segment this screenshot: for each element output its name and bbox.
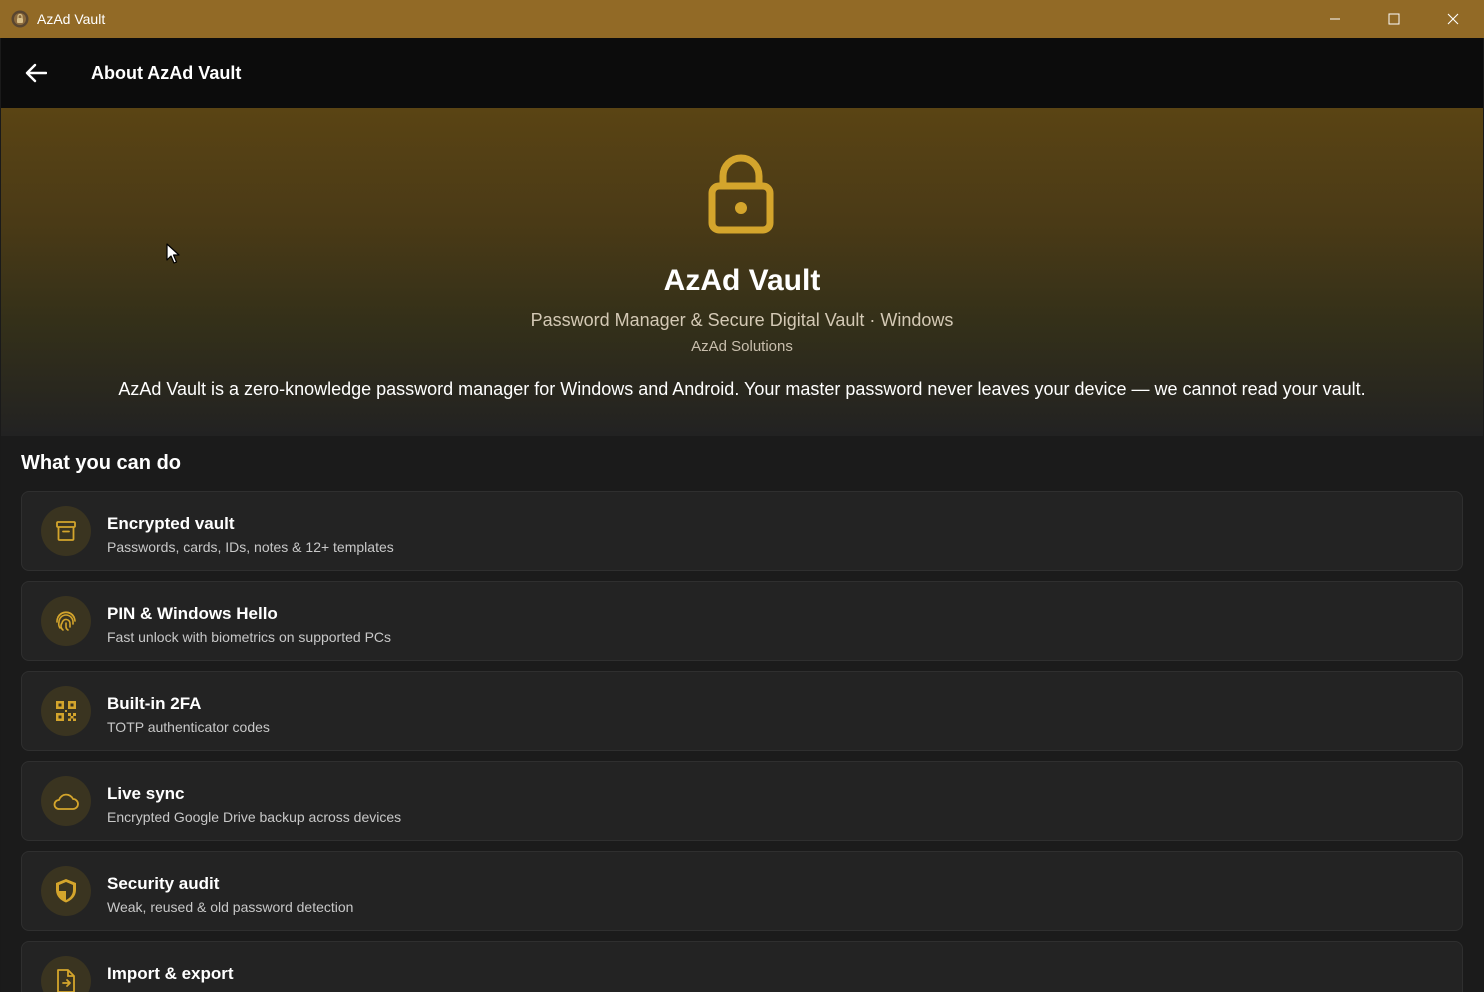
about-hero: AzAd Vault Password Manager & Secure Dig… xyxy=(1,108,1483,436)
title-bar: AzAd Vault xyxy=(0,0,1484,38)
minimize-button[interactable] xyxy=(1306,0,1364,38)
back-button[interactable] xyxy=(19,58,53,88)
feature-subtitle: Passwords, cards, IDs, notes & 12+ templ… xyxy=(107,539,394,555)
arrow-left-icon xyxy=(25,63,47,83)
feature-card-live-sync[interactable]: Live sync Encrypted Google Drive backup … xyxy=(21,761,1463,841)
close-icon xyxy=(1447,13,1459,25)
minimize-icon xyxy=(1330,18,1340,20)
maximize-icon xyxy=(1388,13,1400,25)
fingerprint-icon xyxy=(56,611,76,631)
feature-title: Security audit xyxy=(107,874,220,893)
feature-title: Import & export xyxy=(107,964,234,983)
feature-icon-circle xyxy=(41,686,91,736)
app-bar: About AzAd Vault xyxy=(1,38,1483,108)
company-name: AzAd Solutions xyxy=(691,338,793,355)
feature-title: PIN & Windows Hello xyxy=(107,604,278,623)
feature-subtitle: Weak, reused & old password detection xyxy=(107,899,354,915)
app-name: AzAd Vault xyxy=(663,264,821,297)
feature-subtitle: Encrypted Google Drive backup across dev… xyxy=(107,809,402,825)
mouse-cursor-icon xyxy=(166,243,180,264)
window-title: AzAd Vault xyxy=(37,11,106,27)
archive-icon xyxy=(56,521,76,541)
close-button[interactable] xyxy=(1424,0,1482,38)
lock-icon xyxy=(708,154,774,234)
feature-subtitle: TOTP authenticator codes xyxy=(107,719,270,735)
page-title: About AzAd Vault xyxy=(91,63,242,83)
feature-icon-circle xyxy=(41,776,91,826)
feature-subtitle: Fast unlock with biometrics on supported… xyxy=(107,629,392,645)
feature-icon-circle xyxy=(41,506,91,556)
features-section-title: What you can do xyxy=(21,452,181,474)
feature-card-2fa[interactable]: Built-in 2FA TOTP authenticator codes xyxy=(21,671,1463,751)
qr-code-icon xyxy=(56,701,76,721)
file-export-icon xyxy=(57,969,75,992)
feature-card-import-export[interactable]: Import & export xyxy=(21,941,1463,992)
cloud-icon xyxy=(53,793,79,810)
app-description: AzAd Vault is a zero-knowledge password … xyxy=(118,379,1366,399)
app-window: About AzAd Vault AzAd Vault Password Man… xyxy=(1,38,1483,992)
feature-icon-circle xyxy=(41,596,91,646)
feature-card-encrypted-vault[interactable]: Encrypted vault Passwords, cards, IDs, n… xyxy=(21,491,1463,571)
feature-card-security-audit[interactable]: Security audit Weak, reused & old passwo… xyxy=(21,851,1463,931)
feature-icon-circle xyxy=(41,866,91,916)
maximize-button[interactable] xyxy=(1365,0,1423,38)
feature-card-windows-hello[interactable]: PIN & Windows Hello Fast unlock with bio… xyxy=(21,581,1463,661)
feature-title: Live sync xyxy=(107,784,185,803)
feature-title: Encrypted vault xyxy=(107,514,235,533)
shield-icon xyxy=(56,879,76,903)
feature-title: Built-in 2FA xyxy=(107,694,202,713)
app-logo-icon xyxy=(11,10,29,28)
app-tagline: Password Manager & Secure Digital Vault … xyxy=(530,310,954,330)
feature-icon-circle xyxy=(41,956,91,992)
